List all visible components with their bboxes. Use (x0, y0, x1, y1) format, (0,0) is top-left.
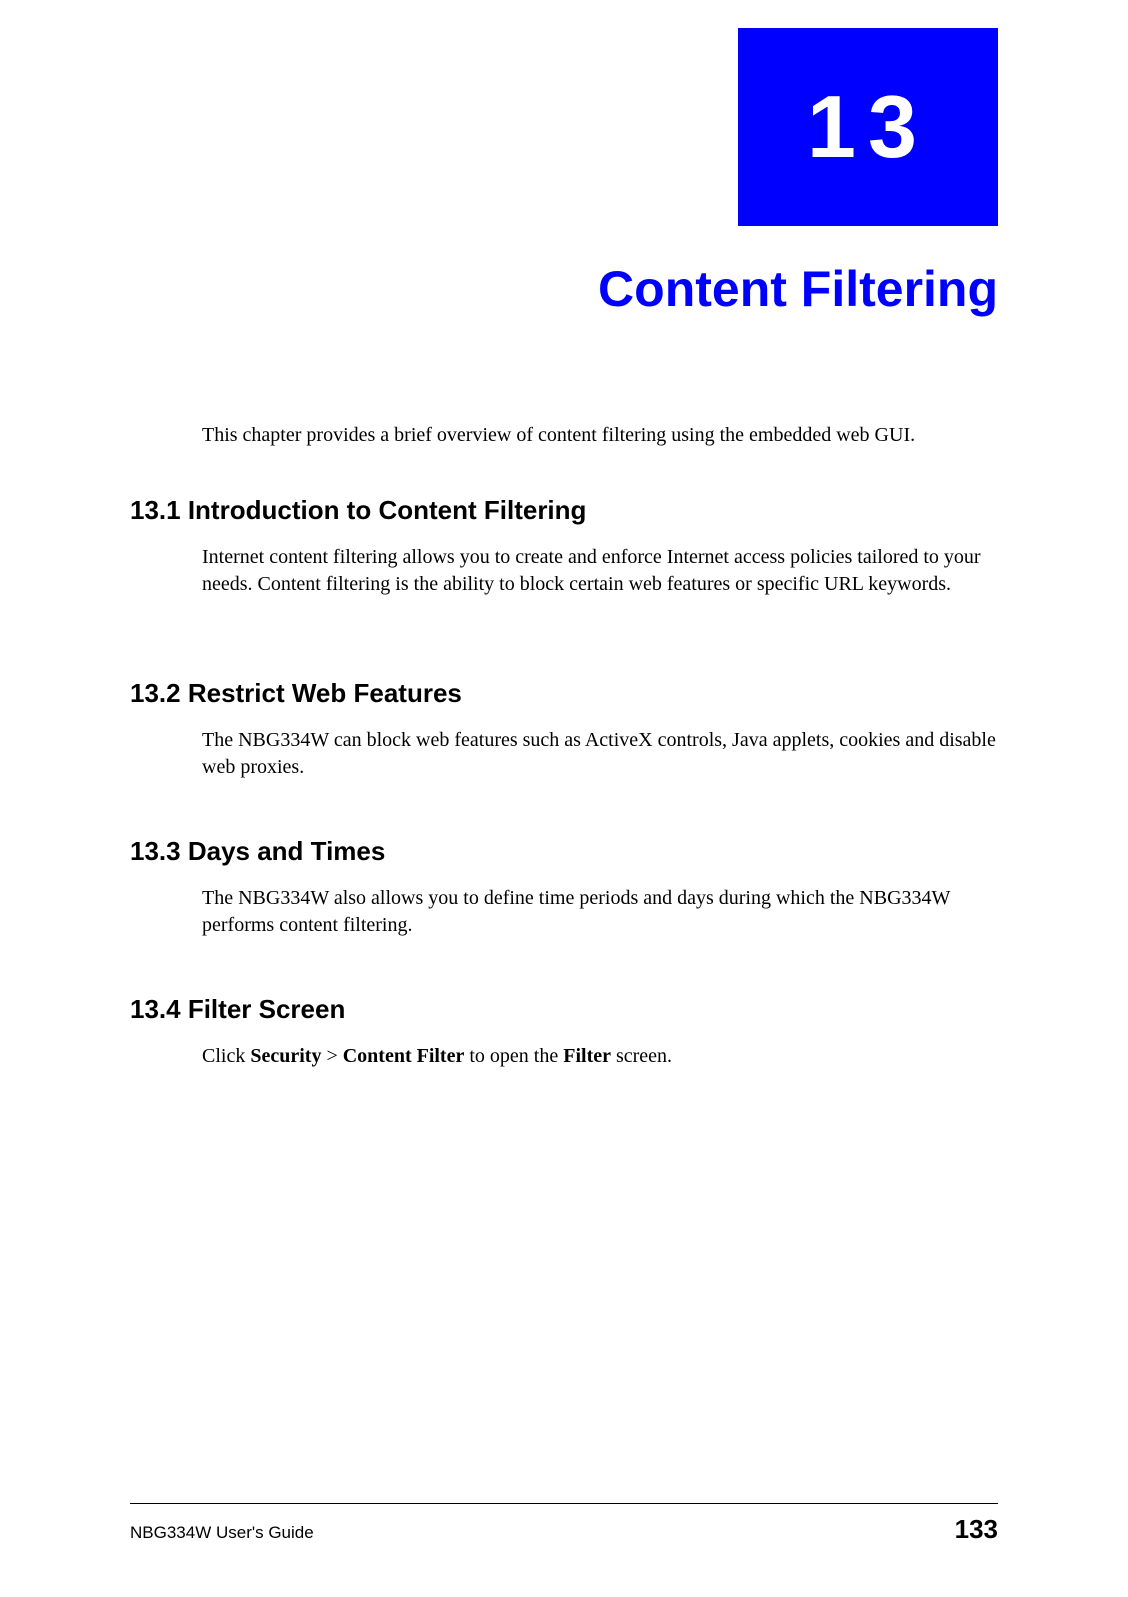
section-13-4: 13.4 Filter Screen Click Security > Cont… (130, 994, 998, 1070)
nav-filter: Filter (563, 1045, 611, 1067)
section-heading: 13.4 Filter Screen (130, 994, 998, 1025)
section-13-1: 13.1 Introduction to Content Filtering I… (130, 495, 998, 598)
section-13-2: 13.2 Restrict Web Features The NBG334W c… (130, 678, 998, 781)
section-body: Internet content filtering allows you to… (130, 544, 998, 598)
section-13-3: 13.3 Days and Times The NBG334W also all… (130, 836, 998, 939)
chapter-intro-text: This chapter provides a brief overview o… (202, 422, 998, 449)
section-heading: 13.1 Introduction to Content Filtering (130, 495, 998, 526)
section-heading: 13.3 Days and Times (130, 836, 998, 867)
chapter-title: Content Filtering (598, 260, 998, 318)
body-text: screen. (611, 1045, 672, 1067)
section-body: Click Security > Content Filter to open … (130, 1043, 998, 1070)
nav-content-filter: Content Filter (343, 1045, 465, 1067)
body-text: > (321, 1045, 342, 1067)
chapter-number: 13 (807, 76, 929, 178)
chapter-number-box: 13 (738, 28, 998, 226)
body-text: to open the (464, 1045, 563, 1067)
body-text: Click (202, 1045, 250, 1067)
section-body: The NBG334W can block web features such … (130, 727, 998, 781)
footer-page-number: 133 (955, 1514, 998, 1545)
section-heading: 13.2 Restrict Web Features (130, 678, 998, 709)
page-footer: NBG334W User's Guide 133 (130, 1503, 998, 1545)
footer-guide-name: NBG334W User's Guide (130, 1523, 314, 1543)
section-body: The NBG334W also allows you to define ti… (130, 885, 998, 939)
nav-security: Security (250, 1045, 321, 1067)
document-page: 13 Content Filtering This chapter provid… (0, 0, 1128, 1597)
